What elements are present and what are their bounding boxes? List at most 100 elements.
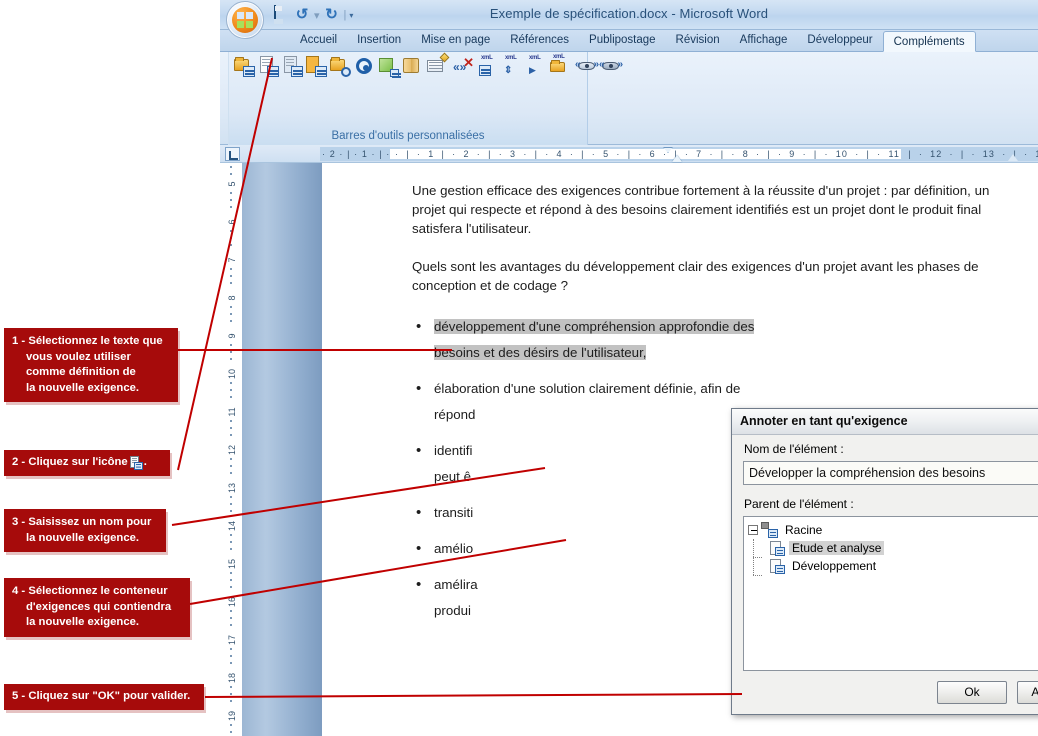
- tab-selector-icon[interactable]: [225, 147, 240, 161]
- tab-accueil[interactable]: Accueil: [290, 30, 347, 51]
- vruler-tick: 6: [227, 219, 237, 225]
- callout-step-5: 5 - Cliquez sur "OK" pour valider.: [4, 684, 204, 710]
- list-item-line1: transiti: [434, 505, 474, 520]
- office-logo-icon: [232, 7, 258, 33]
- list-item-line2: peut ê: [434, 469, 471, 484]
- vruler-tick: 7: [227, 257, 237, 263]
- callout-line: 1 - Sélectionnez le texte que: [12, 335, 163, 347]
- requirement-link-icon[interactable]: [281, 55, 303, 77]
- xml-refresh-icon[interactable]: xmL ⇕: [501, 55, 523, 77]
- ribbon-body: «» ✕ xmL xmL ⇕ xmL ▶ xmL « » « » Barres …: [220, 52, 1038, 145]
- tree-item-label: Racine: [785, 523, 823, 537]
- callout-step-2: 2 - Cliquez sur l'icône .: [4, 450, 170, 476]
- element-parent-label: Parent de l'élément :: [744, 497, 854, 511]
- dialog-title-bar: Annoter en tant qu'exigence ✕: [732, 409, 1038, 435]
- annotate-as-requirement-icon: [129, 455, 143, 470]
- cancel-button[interactable]: Annuler: [1017, 681, 1038, 704]
- requirement-folder-icon: [768, 558, 785, 574]
- callout-suffix: .: [143, 456, 147, 468]
- tab-revision[interactable]: Révision: [666, 30, 730, 51]
- ok-button[interactable]: Ok: [937, 681, 1007, 704]
- tab-mise-en-page[interactable]: Mise en page: [411, 30, 500, 51]
- vruler-tick: 16: [227, 597, 237, 608]
- tree-item-label: Développement: [792, 559, 877, 573]
- callout-line: la nouvelle exigence.: [26, 381, 140, 394]
- office-button[interactable]: [226, 1, 264, 39]
- left-indent-marker[interactable]: [672, 155, 682, 162]
- tab-affichage[interactable]: Affichage: [730, 30, 798, 51]
- horizontal-ruler-row: · 2 · | · 1 · | · · | · 1 | · 2 · | · 3 …: [220, 145, 1038, 163]
- dialog-title: Annoter en tant qu'exigence: [740, 414, 908, 428]
- callout-line: la nouvelle exigence.: [26, 616, 140, 628]
- vruler-tick: 8: [227, 295, 237, 301]
- list-item-line1: élaboration d'une solution clairement dé…: [434, 381, 741, 396]
- collapse-icon[interactable]: [748, 525, 758, 535]
- edit-note-icon[interactable]: [425, 52, 450, 77]
- root-flag-icon: [761, 521, 778, 538]
- callout-line: 4 - Sélectionnez le conteneur: [12, 585, 168, 597]
- tree-row[interactable]: Etude et analyse: [748, 539, 1038, 558]
- list-item: développement d'une compréhension approf…: [416, 314, 1014, 366]
- delete-xml-icon[interactable]: «» ✕: [453, 55, 475, 77]
- paragraph-1: Une gestion efficace des exigences contr…: [412, 183, 990, 236]
- callout-line: 2 - Cliquez sur l'icône: [12, 456, 128, 468]
- callout-step-3: 3 - Saisissez un nom pour la nouvelle ex…: [4, 509, 166, 552]
- paragraph-2: Quels sont les avantages du développemen…: [412, 259, 979, 293]
- tab-publipostage[interactable]: Publipostage: [579, 30, 666, 51]
- vruler-tick: 12: [227, 445, 237, 456]
- requirement-folder-icon: [768, 540, 785, 556]
- view-tags-icon[interactable]: « »: [575, 55, 599, 77]
- vruler-tick: 17: [227, 635, 237, 646]
- vruler-tick: 15: [227, 559, 237, 570]
- requirement-list-icon[interactable]: [305, 55, 327, 77]
- tree-row[interactable]: Racine: [748, 521, 1038, 539]
- list-item-line2: produi: [434, 603, 471, 618]
- vruler-tick: 9: [227, 333, 237, 339]
- window-title: Exemple de spécification.docx - Microsof…: [489, 6, 769, 21]
- vruler-tick: 11: [227, 407, 237, 417]
- tree-row[interactable]: Développement: [748, 557, 1038, 576]
- annotate-as-requirement-dialog: Annoter en tant qu'exigence ✕ Nom de l'é…: [731, 408, 1038, 715]
- tab-references[interactable]: Références: [500, 30, 579, 51]
- highlighted-text-line1: développement d'une compréhension approf…: [434, 319, 755, 334]
- page-left-margin-shadow: [242, 163, 322, 736]
- custom-toolbar-icons: «» ✕ xmL xmL ⇕ xmL ▶ xmL « » « »: [233, 52, 623, 78]
- ribbon-group-label: Barres d'outils personnalisées: [331, 130, 485, 142]
- ruler-left-margin-marks: · 2 · | · 1 · | ·: [322, 149, 391, 159]
- callout-line: 5 - Cliquez sur "OK" pour valider.: [12, 690, 191, 702]
- hide-tags-icon[interactable]: « »: [599, 55, 623, 77]
- xml-folder-icon[interactable]: xmL: [549, 54, 571, 77]
- parent-element-tree[interactable]: Racine Etude et analyse Développement: [743, 516, 1038, 671]
- annotate-as-requirement-icon[interactable]: [257, 55, 279, 77]
- list-item-line1: identifi: [434, 443, 473, 458]
- element-name-input[interactable]: [743, 461, 1038, 485]
- vruler-tick: 18: [227, 673, 237, 684]
- callout-line-group: 2 - Cliquez sur l'icône .: [12, 455, 147, 471]
- list-item-line1: amélira: [434, 577, 478, 592]
- screenshot-root: ↺ ▾ ↻ | ▾ Exemple de spécification.docx …: [0, 0, 1038, 736]
- xml-next-icon[interactable]: xmL ▶: [525, 55, 547, 77]
- tree-item-label-selected[interactable]: Etude et analyse: [789, 541, 885, 555]
- xml-element-icon[interactable]: xmL: [477, 55, 499, 77]
- tab-complements[interactable]: Compléments: [882, 31, 976, 52]
- vruler-tick: 19: [227, 711, 237, 722]
- new-requirement-folder-icon[interactable]: [233, 55, 255, 77]
- target-icon[interactable]: [353, 55, 375, 77]
- word-application-window: ↺ ▾ ↻ | ▾ Exemple de spécification.docx …: [220, 0, 1038, 736]
- element-name-label: Nom de l'élément :: [744, 442, 844, 456]
- tab-insertion[interactable]: Insertion: [347, 30, 411, 51]
- callout-line: 3 - Saisissez un nom pour: [12, 516, 152, 528]
- vertical-ruler[interactable]: 5 6 7 8 9 10 11 12 13 14 15 16 17 18 19: [220, 163, 242, 736]
- title-bar: ↺ ▾ ↻ | ▾ Exemple de spécification.docx …: [220, 0, 1038, 39]
- right-indent-marker[interactable]: [1008, 154, 1018, 161]
- requirement-search-icon[interactable]: [329, 55, 351, 77]
- book-icon[interactable]: [401, 55, 423, 77]
- callout-line: d'exigences qui contiendra: [26, 600, 172, 613]
- dialog-button-row: Ok Annuler: [937, 681, 1038, 704]
- green-document-icon[interactable]: [377, 55, 401, 78]
- list-item-line1: amélio: [434, 541, 474, 556]
- vruler-tick: 10: [227, 369, 237, 380]
- callout-step-1: 1 - Sélectionnez le texte que vous voule…: [4, 328, 178, 402]
- tab-developpeur[interactable]: Développeur: [797, 30, 882, 51]
- vruler-tick: 14: [227, 521, 237, 532]
